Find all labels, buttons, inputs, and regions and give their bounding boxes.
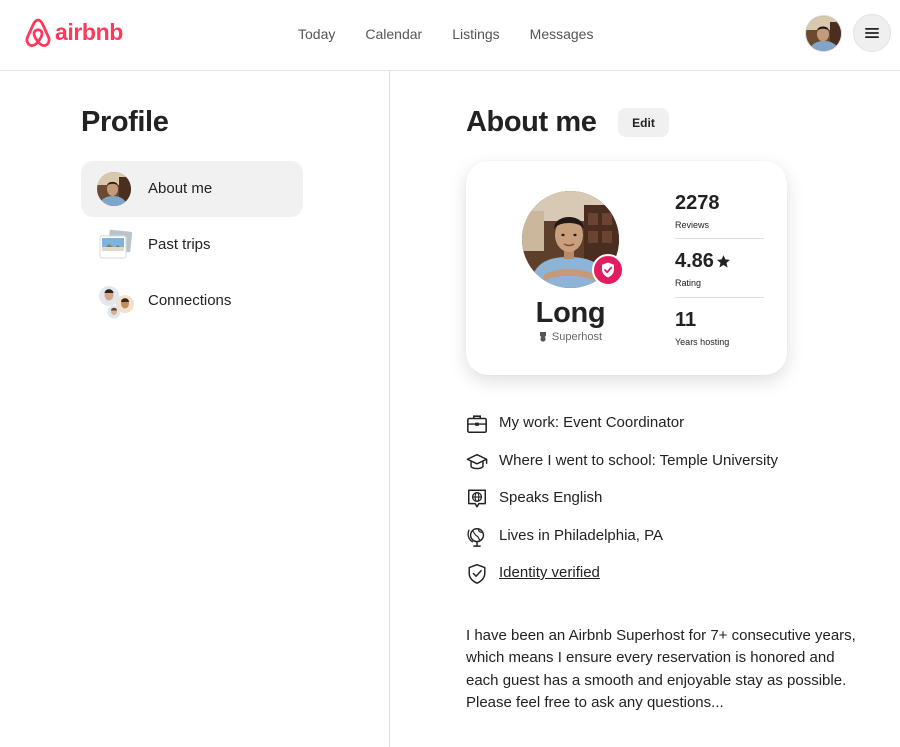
about-me-title: About me [466,106,597,138]
stat-divider [675,238,764,239]
sidebar-item-label: Past trips [148,236,211,253]
sidebar-item-connections[interactable]: Connections [81,273,303,329]
stat-label: Years hosting [675,337,730,347]
fact-location: Lives in Philadelphia, PA [466,525,866,563]
superhost-text: Superhost [551,331,603,343]
nav-calendar[interactable]: Calendar [365,25,422,43]
airbnb-belo-icon [24,18,52,48]
fact-identity: Identity verified [466,562,866,600]
user-avatar-icon [97,172,131,206]
people-icon [97,284,134,319]
nav-messages[interactable]: Messages [530,25,594,43]
stat-value: 2278 [675,192,720,214]
stat-label: Rating [675,278,702,288]
host-bio: I have been an Airbnb Superhost for 7+ c… [466,627,856,712]
fact-text: Where I went to school: Temple Universit… [499,451,779,469]
sidebar-item-past-trips[interactable]: Past trips [81,217,303,273]
superhost-label: Superhost [518,330,623,344]
star-icon [716,254,730,267]
stat-years-hosting: 11 Years hosting [675,308,764,348]
edit-button[interactable]: Edit [618,108,669,137]
nav-today[interactable]: Today [298,25,335,43]
logo-wordmark: airbnb [55,19,123,45]
stat-value: 11 [675,309,697,331]
hamburger-menu-icon [865,28,879,38]
airbnb-logo[interactable]: airbnb [24,18,123,48]
profile-title: Profile [81,106,169,138]
main-nav: Today Calendar Listings Messages [298,25,593,43]
verified-badge [592,254,624,286]
fact-languages: Speaks English [466,487,866,525]
user-avatar-icon [806,16,841,51]
photo-stack-icon [97,228,134,262]
header-user-avatar[interactable] [805,15,842,52]
fact-text: Lives in Philadelphia, PA [499,526,663,544]
fact-text: My work: Event Coordinator [499,414,685,431]
briefcase-icon [467,415,487,434]
superhost-medal-icon [539,332,546,342]
fact-work: My work: Event Coordinator [466,412,866,450]
host-profile-card: Long Superhost 2278 Reviews 4.86 Rating … [466,161,787,375]
column-divider [389,71,390,747]
graduation-cap-icon [466,453,488,469]
sidebar-item-label: Connections [148,292,232,309]
shield-check-icon [468,563,486,584]
stat-reviews: 2278 Reviews [675,191,764,231]
fact-school: Where I went to school: Temple Universit… [466,450,866,488]
stat-value-row: 4.86 [675,249,764,273]
menu-button[interactable] [853,14,891,52]
shield-check-icon [602,262,614,278]
host-facts-list: My work: Event Coordinator Where I went … [466,412,866,600]
nav-listings[interactable]: Listings [452,25,499,43]
fact-text: Speaks English [499,489,603,506]
sidebar-item-about-me[interactable]: About me [81,161,303,217]
host-name: Long [535,297,606,329]
identity-verified-link[interactable]: Identity verified [499,562,600,584]
globe-icon [467,527,485,547]
stat-label: Reviews [675,220,710,230]
stat-divider [675,297,764,298]
stat-value: 4.86 [675,250,714,272]
stat-rating: 4.86 Rating [675,249,764,289]
speech-globe-icon [468,489,486,508]
sidebar-item-label: About me [148,180,213,197]
top-header: airbnb Today Calendar Listings Messages [0,0,900,71]
